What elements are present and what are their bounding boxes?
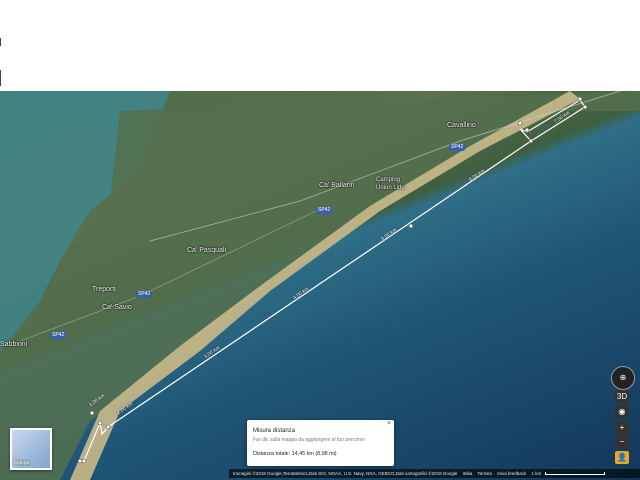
panel-hint: Fai clic sulla mappa da aggiungere al tu…: [253, 437, 365, 443]
place-label: Camping Union Lido: [376, 177, 405, 191]
edge-mark: [0, 38, 1, 46]
place-label: Cavallino: [447, 122, 476, 129]
map-type-label: Mappa: [14, 460, 30, 466]
place-label: Ca' Ballarin: [319, 182, 355, 189]
terms-link[interactable]: Termini: [477, 471, 492, 476]
ruler-vertex[interactable]: [528, 138, 534, 144]
ruler-vertex[interactable]: [577, 96, 583, 102]
place-label: Ca' Pasquali: [187, 247, 227, 254]
panel-title: Misura distanza: [253, 428, 296, 434]
feedback-link[interactable]: Invia feedback: [497, 471, 526, 476]
road-badge: SP42: [136, 291, 153, 298]
map-footer: Immagini ©2018 Google,TerraMetrics,Dati …: [229, 469, 640, 478]
scale-label[interactable]: 1 km: [532, 471, 542, 476]
map-type-thumbnail[interactable]: Mappa: [10, 428, 52, 470]
pegman-icon[interactable]: 👤: [615, 451, 629, 464]
place-label: Sabbioni: [0, 341, 28, 348]
locate-icon[interactable]: ◉: [615, 405, 629, 418]
ruler-vertex[interactable]: [408, 223, 414, 229]
compass-icon[interactable]: ⊕: [611, 366, 635, 390]
measure-distance-panel: Misura distanza Fai clic sulla mappa da …: [247, 420, 394, 466]
ruler-vertex[interactable]: [97, 420, 103, 426]
blank-top-area: [0, 0, 640, 91]
total-distance: Distanza totale: 14,45 km (8,98 mi): [253, 451, 337, 457]
ruler-vertex[interactable]: [89, 410, 95, 416]
scale-bar: [545, 472, 606, 476]
road-badge: SP42: [316, 207, 333, 214]
road-badge: SP42: [449, 144, 466, 151]
close-icon[interactable]: ×: [387, 420, 391, 427]
ruler-vertex[interactable]: [105, 424, 111, 430]
ruler-vertex[interactable]: [517, 120, 523, 126]
ruler-vertex[interactable]: [524, 127, 530, 133]
place-label: Ca' Savio: [102, 304, 132, 311]
zoom-out-button[interactable]: −: [615, 435, 629, 448]
road-badge: SP42: [50, 332, 67, 339]
ruler-vertex[interactable]: [81, 458, 87, 464]
ruler-vertex[interactable]: [77, 458, 83, 464]
imagery-credits: Immagini ©2018 Google,TerraMetrics,Dati …: [233, 471, 458, 476]
country-link[interactable]: Italia: [463, 471, 473, 476]
3d-view-button[interactable]: 3D: [615, 390, 629, 403]
zoom-in-button[interactable]: +: [615, 421, 629, 434]
place-label: Treporti: [92, 286, 116, 293]
ruler-vertex[interactable]: [582, 104, 588, 110]
edge-mark: [0, 70, 1, 86]
